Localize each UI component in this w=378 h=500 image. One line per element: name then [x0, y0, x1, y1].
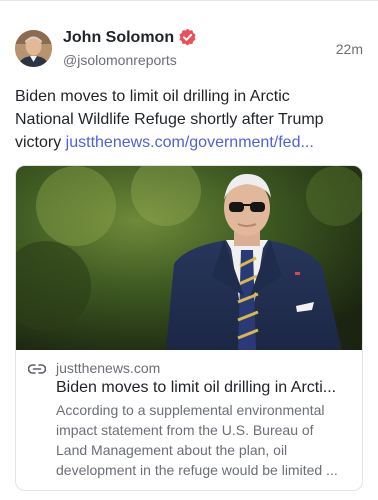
link-preview-domain: justthenews.com	[56, 360, 161, 376]
author-avatar[interactable]	[15, 30, 52, 67]
verified-badge-icon	[179, 28, 196, 46]
link-preview-card[interactable]: justthenews.com Biden moves to limit oil…	[15, 165, 363, 491]
post-text-line: victory justthenews.com/government/fed..…	[15, 131, 365, 154]
description-line: Land Management about the plan, oil	[56, 442, 288, 458]
link-preview-title[interactable]: Biden moves to limit oil drilling in Arc…	[56, 377, 356, 399]
post-timestamp: 22m	[335, 41, 363, 57]
author-name[interactable]: John Solomon	[63, 29, 174, 47]
description-line: development in the refuge would be limit…	[56, 462, 338, 478]
description-line: According to a supplemental environmenta…	[56, 402, 325, 418]
author-handle[interactable]: @jsolomonreports	[63, 52, 177, 68]
post-text-line: National Wildlife Refuge shortly after T…	[15, 111, 324, 128]
description-line: impact statement from the U.S. Bureau of	[56, 422, 314, 438]
post-text-prefix: victory	[15, 134, 66, 151]
link-icon	[28, 364, 46, 374]
link-preview-image[interactable]	[16, 166, 362, 350]
post-link[interactable]: justthenews.com/government/fed...	[66, 134, 314, 151]
post-card[interactable]: John Solomon @jsolomonreports 22m Biden …	[0, 0, 378, 500]
link-preview-description: According to a supplemental environmenta…	[56, 400, 356, 480]
post-text-line: Biden moves to limit oil drilling in Arc…	[15, 88, 290, 105]
post-body: Biden moves to limit oil drilling in Arc…	[15, 85, 365, 154]
